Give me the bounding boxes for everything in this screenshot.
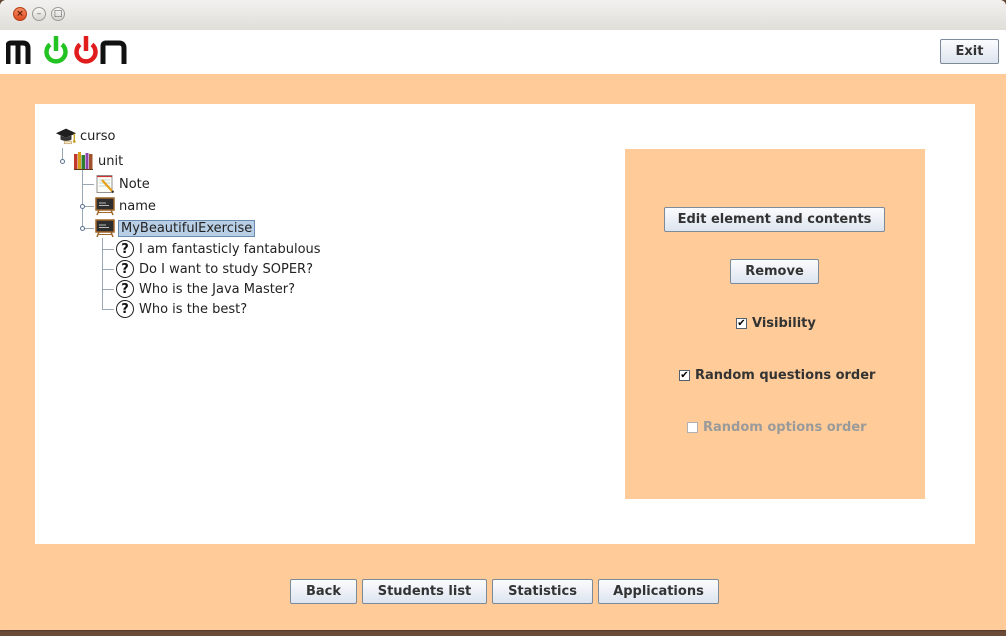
tree-connector xyxy=(102,289,114,290)
top-bar: moon Exit xyxy=(0,30,1006,74)
random-questions-checkbox[interactable]: ✔ Random questions order xyxy=(679,368,875,383)
tree-connector xyxy=(82,170,83,229)
graduation-cap-icon xyxy=(55,126,77,146)
exit-button[interactable]: Exit xyxy=(940,39,999,64)
tree-node-label: name xyxy=(119,198,156,214)
tree-connector xyxy=(102,309,114,310)
title-bar: × – □ xyxy=(0,0,1006,31)
window-close-button[interactable]: × xyxy=(13,7,27,21)
checkbox-check-icon[interactable]: ✔ xyxy=(736,318,747,329)
question-mark-icon: ? xyxy=(114,259,136,279)
question-mark-icon: ? xyxy=(114,279,136,299)
back-button[interactable]: Back xyxy=(290,579,357,604)
tree-node-note[interactable]: Note xyxy=(94,174,150,194)
question-mark-icon: ? xyxy=(114,299,136,319)
tree-node-root[interactable]: curso xyxy=(55,126,115,146)
random-options-label: Random options order xyxy=(703,420,867,435)
notepad-pencil-icon xyxy=(94,174,116,194)
students-list-button[interactable]: Students list xyxy=(362,579,487,604)
content-panel: curso unit Note name MyBeautifulExercise… xyxy=(35,104,975,544)
visibility-label: Visibility xyxy=(752,316,816,331)
tree-node-label-selected: MyBeautifulExercise xyxy=(118,219,256,237)
visibility-checkbox[interactable]: ✔ Visibility xyxy=(736,316,816,331)
window-maximize-button[interactable]: □ xyxy=(51,7,65,21)
tree-expand-handle[interactable] xyxy=(80,226,85,231)
random-questions-label: Random questions order xyxy=(695,368,876,383)
window-minimize-button[interactable]: – xyxy=(32,7,46,21)
tree-node-label: Do I want to study SOPER? xyxy=(139,261,313,277)
tree-node-label: Who is the best? xyxy=(139,301,248,317)
tree-node-question[interactable]: ? Who is the best? xyxy=(114,299,247,319)
tree-node-question[interactable]: ? Who is the Java Master? xyxy=(114,279,295,299)
tree-connector xyxy=(102,269,114,270)
tree-node-label: Who is the Java Master? xyxy=(139,281,296,297)
tree-node-name[interactable]: name xyxy=(94,196,156,216)
element-actions-panel: Edit element and contents Remove ✔ Visib… xyxy=(625,149,925,499)
tree-node-question[interactable]: ? Do I want to study SOPER? xyxy=(114,259,313,279)
tree-connector xyxy=(82,184,94,185)
chalkboard-icon xyxy=(94,196,116,216)
course-tree: curso unit Note name MyBeautifulExercise… xyxy=(35,104,595,544)
random-options-checkbox: Random options order xyxy=(687,420,867,435)
tree-node-label: curso xyxy=(80,128,116,144)
tree-node-label: I am fantasticly fantabulous xyxy=(139,241,321,257)
tree-connector xyxy=(102,249,114,250)
tree-expand-handle[interactable] xyxy=(60,159,65,164)
remove-button[interactable]: Remove xyxy=(730,259,819,284)
tree-node-question[interactable]: ? I am fantasticly fantabulous xyxy=(114,239,321,259)
checkbox-empty-icon xyxy=(687,422,698,433)
question-mark-icon: ? xyxy=(114,239,136,259)
app-window: × – □ moon Exit xyxy=(0,0,1006,630)
chalkboard-icon xyxy=(94,218,116,238)
books-icon xyxy=(73,151,95,171)
tree-expand-handle[interactable] xyxy=(80,204,85,209)
tree-node-label: Note xyxy=(119,176,150,192)
tree-node-label: unit xyxy=(98,153,124,169)
moon-logo: moon xyxy=(6,36,127,64)
edit-element-button[interactable]: Edit element and contents xyxy=(664,207,885,232)
applications-button[interactable]: Applications xyxy=(598,579,719,604)
statistics-button[interactable]: Statistics xyxy=(492,579,593,604)
tree-node-exercise[interactable]: MyBeautifulExercise xyxy=(94,218,256,238)
tree-node-unit[interactable]: unit xyxy=(73,151,123,171)
checkbox-check-icon[interactable]: ✔ xyxy=(679,370,690,381)
